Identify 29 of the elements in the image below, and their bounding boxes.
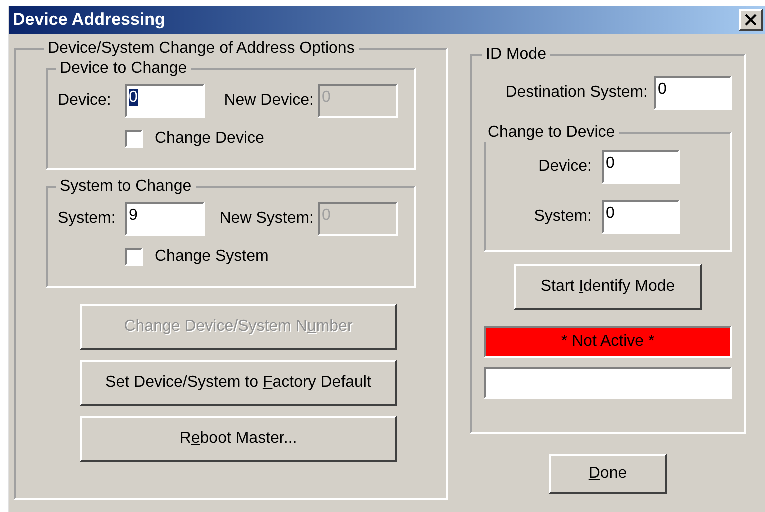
checkbox-label: Change Device [155, 129, 264, 149]
button[interactable]: Done [549, 454, 667, 494]
group-title: ID Mode [485, 46, 548, 64]
field-label: Destination System: [506, 83, 648, 103]
group-title: Device to Change [59, 60, 188, 78]
input-field[interactable]: 0 [654, 76, 732, 110]
field-label: System: [58, 209, 117, 229]
group-title: Device/System Change of Address Options [47, 40, 356, 58]
checkbox-label: Change System [155, 247, 269, 267]
close-icon [745, 14, 757, 26]
button[interactable]: Set Device/System to Factory Default [80, 360, 397, 406]
field-label: System: [534, 207, 592, 227]
field-label: New System: [220, 209, 314, 229]
field-label: Device: [538, 157, 592, 177]
input-field[interactable]: 0 [125, 84, 205, 118]
input-field[interactable]: 0 [602, 150, 680, 184]
group-title: System to Change [59, 178, 193, 196]
field-label: Device: [58, 91, 112, 111]
checkbox[interactable] [125, 130, 143, 148]
window-title: Device Addressing [13, 9, 166, 32]
group-title: Change to Device [487, 124, 616, 142]
checkbox[interactable] [125, 248, 143, 266]
status-text: * Not Active * [561, 332, 655, 352]
button[interactable]: Start Identify Mode [514, 264, 702, 310]
close-button[interactable] [739, 9, 763, 31]
input-field[interactable]: 9 [125, 202, 205, 236]
field-label: New Device: [224, 91, 314, 111]
button[interactable]: Reboot Master... [80, 416, 397, 462]
input-field[interactable]: 0 [602, 200, 680, 234]
